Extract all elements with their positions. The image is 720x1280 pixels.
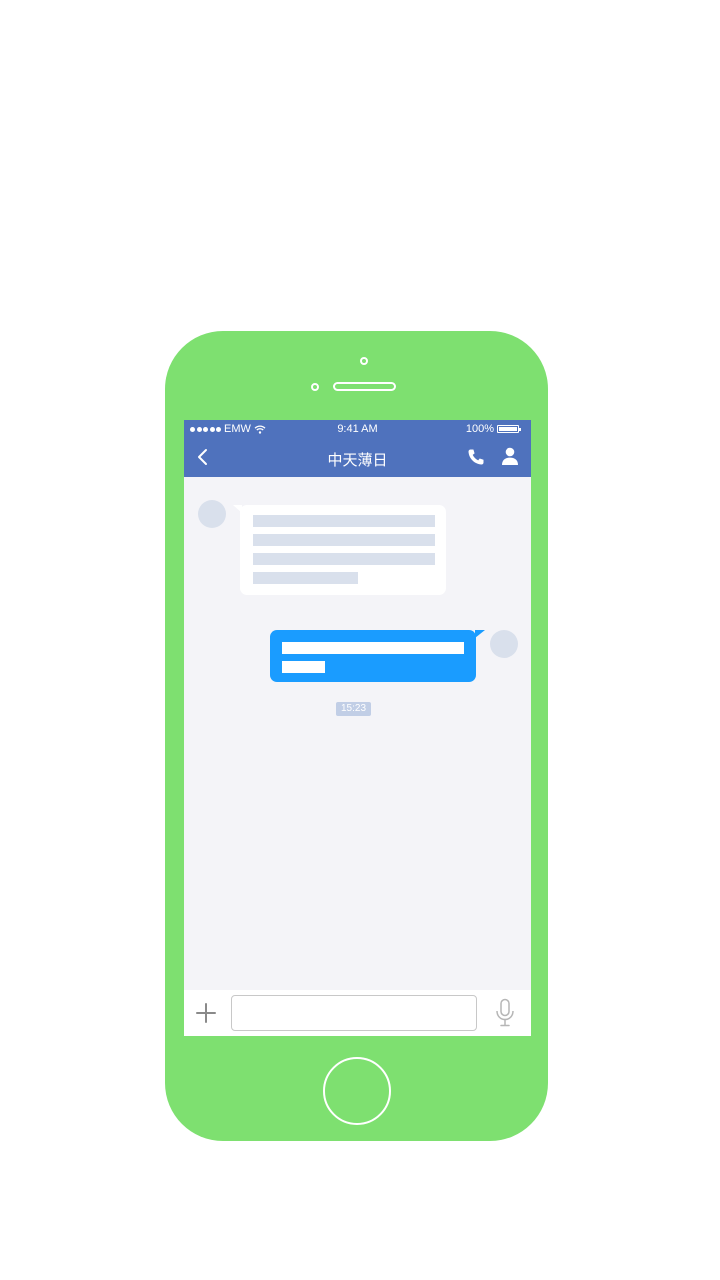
earpiece-speaker [333, 382, 396, 391]
navigation-bar: 中天薄日 [184, 438, 531, 477]
message-text-placeholder [253, 515, 435, 527]
outgoing-message-bubble[interactable] [270, 630, 485, 682]
message-text-placeholder [253, 553, 435, 565]
phone-icon[interactable] [467, 448, 485, 466]
message-timestamp: 15:23 [336, 702, 372, 716]
incoming-message-bubble[interactable] [233, 505, 446, 595]
status-right: 100% [465, 423, 521, 435]
user-icon[interactable] [501, 447, 519, 466]
message-text-placeholder [282, 661, 325, 673]
status-bar: EMW 9:41 AM 100% [184, 420, 531, 438]
message-text-placeholder [282, 642, 464, 654]
plus-icon[interactable] [196, 1003, 216, 1023]
phone-screen: EMW 9:41 AM 100% 中天薄日 15:23 [184, 420, 531, 1036]
front-camera [360, 357, 368, 365]
battery-percent: 100% [465, 423, 494, 435]
battery-icon [497, 425, 521, 433]
microphone-icon[interactable] [494, 998, 516, 1028]
message-text-placeholder [253, 572, 358, 584]
message-input[interactable] [231, 995, 477, 1031]
home-button[interactable] [323, 1057, 391, 1125]
message-input-bar [184, 990, 531, 1036]
message-text-placeholder [253, 534, 435, 546]
user-avatar[interactable] [490, 630, 518, 658]
proximity-sensor [311, 383, 319, 391]
contact-avatar[interactable] [198, 500, 226, 528]
